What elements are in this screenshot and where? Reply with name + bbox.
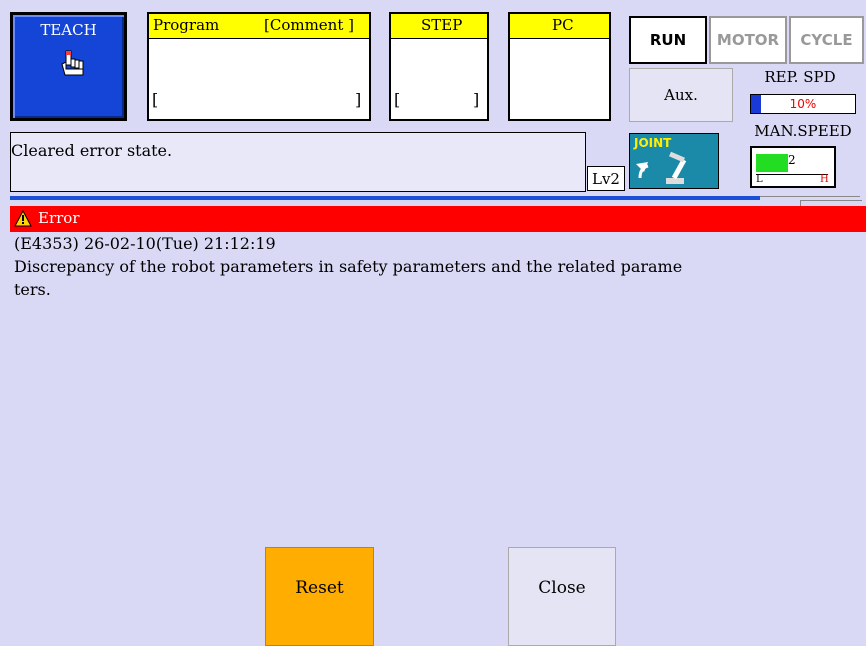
aux-button[interactable]: Aux. (629, 68, 733, 122)
step-header: STEP (391, 14, 487, 39)
error-header: Error (10, 206, 866, 232)
man-speed-scale (756, 174, 828, 175)
pc-frame[interactable]: PC (508, 12, 611, 121)
hand-icon (61, 50, 84, 76)
motor-button[interactable]: MOTOR (709, 16, 787, 64)
rep-speed-label: REP. SPD (764, 68, 836, 86)
reset-label: Reset (295, 578, 344, 598)
comment-label: [Comment ] (264, 16, 354, 34)
rep-speed-value: 10% (789, 97, 817, 111)
program-bracket-close: ] (355, 90, 362, 109)
man-speed-level: 2 (788, 153, 796, 167)
program-label: Program (153, 16, 220, 34)
rep-speed-bar[interactable]: 10% (750, 94, 856, 114)
error-title: Error (38, 209, 80, 227)
close-button[interactable]: Close (508, 547, 616, 646)
pc-label: PC (552, 16, 574, 34)
man-speed-high: H (820, 174, 829, 185)
man-speed-gauge[interactable]: 2 L H (750, 146, 836, 188)
teach-button[interactable]: TEACH (10, 12, 127, 121)
close-label: Close (538, 578, 586, 598)
error-details: (E4353) 26-02-10(Tue) 21:12:19 Discrepanc… (14, 232, 866, 301)
error-message-line2: ters. (14, 280, 51, 299)
divider-line (760, 196, 860, 197)
step-bracket-open: [ (394, 90, 401, 109)
program-header: Program [Comment ] (149, 14, 369, 39)
error-code-line: (E4353) 26-02-10(Tue) 21:12:19 (14, 234, 276, 253)
cycle-button[interactable]: CYCLE (789, 16, 864, 64)
divider-bar (10, 196, 760, 200)
level-indicator: Lv2 (587, 166, 625, 191)
robot-arm-icon (636, 151, 687, 184)
man-speed-label: MAN.SPEED (754, 122, 852, 140)
message-box: Cleared error state. (10, 132, 586, 192)
error-message-line1: Discrepancy of the robot parameters in s… (14, 257, 683, 276)
man-speed-fill (756, 154, 788, 172)
run-button[interactable]: RUN (629, 16, 707, 64)
joint-button[interactable]: JOINT (629, 133, 719, 189)
warning-icon (14, 210, 32, 227)
step-frame[interactable]: STEP [ ] (389, 12, 489, 121)
message-text: Cleared error state. (11, 141, 173, 160)
man-speed-low: L (756, 174, 763, 185)
pc-header: PC (510, 14, 609, 39)
reset-button[interactable]: Reset (265, 547, 374, 646)
program-frame[interactable]: Program [Comment ] [ ] (147, 12, 371, 121)
program-bracket-open: [ (152, 90, 159, 109)
step-label: STEP (421, 16, 463, 34)
teach-label: TEACH (40, 21, 97, 39)
step-bracket-close: ] (473, 90, 480, 109)
